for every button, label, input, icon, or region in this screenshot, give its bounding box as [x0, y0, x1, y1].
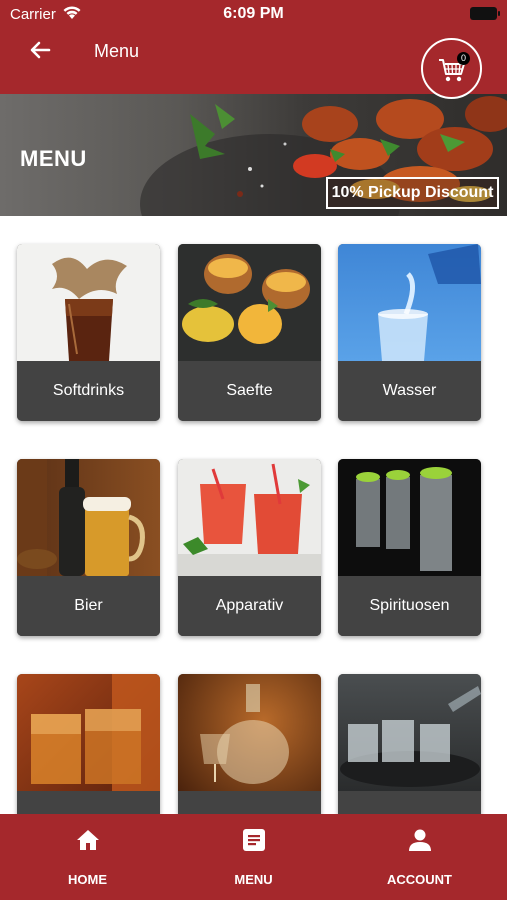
- menu-list-icon: [243, 829, 265, 851]
- status-bar: Carrier 6:09 PM: [0, 0, 507, 28]
- bottom-tab-bar: HOME MENU ACCOUNT: [0, 814, 507, 900]
- tab-label: MENU: [234, 872, 273, 887]
- beer-mug-image: [17, 459, 160, 576]
- whiskey-glasses-image: [17, 674, 160, 791]
- category-label: Softdrinks: [17, 361, 160, 421]
- tab-label: HOME: [68, 872, 107, 887]
- home-icon: [77, 830, 99, 850]
- back-arrow-icon[interactable]: [28, 38, 52, 62]
- softdrink-glass-image: [17, 244, 160, 361]
- category-card-bier[interactable]: Bier: [17, 459, 160, 636]
- account-icon: [409, 829, 431, 851]
- battery-icon: [470, 7, 500, 20]
- tab-home[interactable]: HOME: [3, 814, 172, 900]
- cocktail-glasses-image: [178, 459, 321, 576]
- water-glass-image: [338, 244, 481, 361]
- page-title: Menu: [94, 41, 140, 61]
- tab-account[interactable]: ACCOUNT: [335, 814, 504, 900]
- category-label: Apparativ: [178, 576, 321, 636]
- category-label: Spirituosen: [338, 576, 481, 636]
- category-card-saefte[interactable]: Saefte: [178, 244, 321, 421]
- category-label: [17, 791, 160, 814]
- category-card-wasser[interactable]: Wasser: [338, 244, 481, 421]
- banner-title: MENU: [20, 146, 87, 171]
- cart-count-badge: 0: [457, 52, 470, 65]
- category-card-vodka[interactable]: [338, 674, 481, 814]
- shot-glasses-image: [338, 459, 481, 576]
- juice-bowls-image: [178, 244, 321, 361]
- category-card-carafe[interactable]: [178, 674, 321, 814]
- category-card-spirituosen[interactable]: Spirituosen: [338, 459, 481, 636]
- category-label: Bier: [17, 576, 160, 636]
- category-label: Saefte: [178, 361, 321, 421]
- category-label: Wasser: [338, 361, 481, 421]
- category-card-softdrinks[interactable]: Softdrinks: [17, 244, 160, 421]
- category-card-apparativ[interactable]: Apparativ: [178, 459, 321, 636]
- vodka-shots-image: [338, 674, 481, 791]
- tab-label: ACCOUNT: [387, 872, 452, 887]
- category-label: [338, 791, 481, 814]
- carafe-image: [178, 674, 321, 791]
- clock: 6:09 PM: [223, 5, 284, 22]
- category-label: [178, 791, 321, 814]
- pickup-discount-badge: 10% Pickup Discount: [326, 177, 499, 209]
- tab-menu[interactable]: MENU: [169, 814, 338, 900]
- category-card-whiskey[interactable]: [17, 674, 160, 814]
- cart-button[interactable]: 0: [421, 38, 482, 99]
- category-grid: Softdrinks Saefte Wasser Bier Apparativ …: [0, 216, 507, 814]
